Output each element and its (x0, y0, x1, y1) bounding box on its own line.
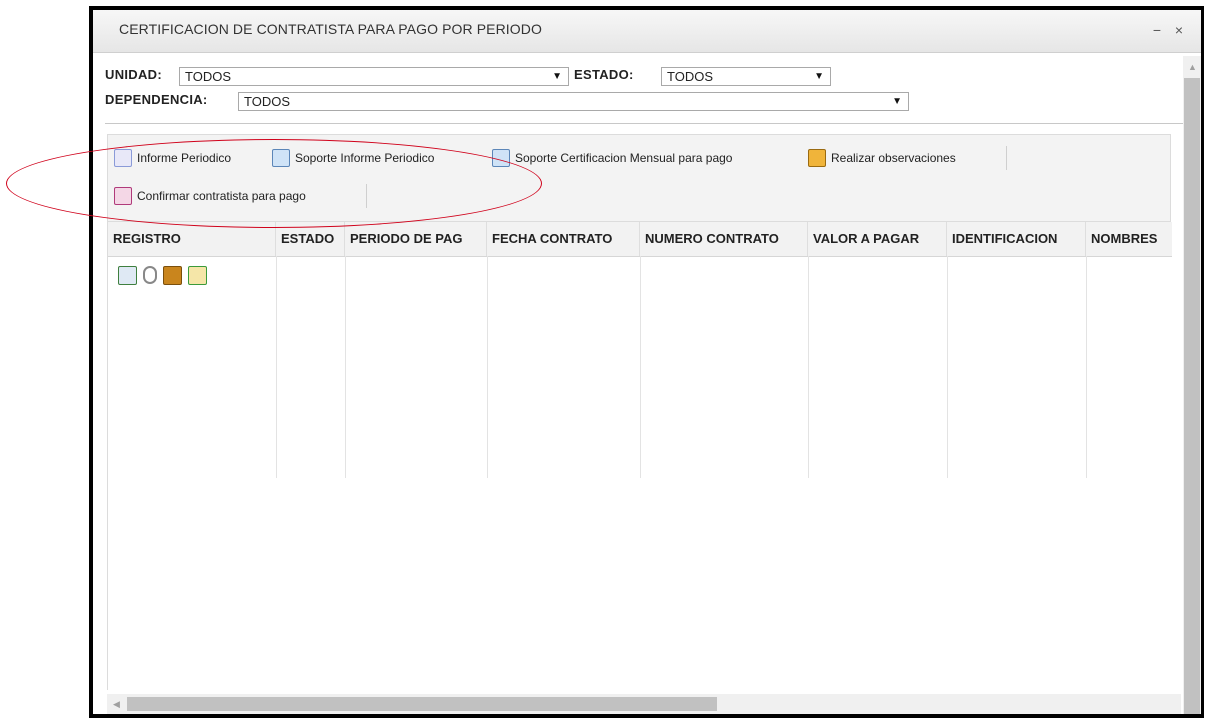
column-header-identificacion[interactable]: IDENTIFICACION (947, 222, 1086, 256)
window-titlebar: CERTIFICACION DE CONTRATISTA PARA PAGO P… (93, 10, 1201, 53)
soporte-certificacion-label: Soporte Certificacion Mensual para pago (515, 151, 733, 165)
informe-periodico-label: Informe Periodico (137, 151, 232, 165)
window-title: CERTIFICACION DE CONTRATISTA PARA PAGO P… (119, 21, 542, 37)
document-icon[interactable] (118, 266, 137, 285)
horizontal-scroll-thumb[interactable] (127, 697, 717, 711)
confirm-icon (114, 187, 132, 205)
chevron-down-icon: ▼ (892, 96, 902, 107)
column-header-registro[interactable]: REGISTRO (108, 222, 276, 256)
folder-icon[interactable] (163, 266, 182, 285)
close-icon[interactable]: × (1171, 22, 1187, 38)
soporte-certificacion-button[interactable]: Soporte Certificacion Mensual para pago (492, 147, 732, 169)
unidad-label: UNIDAD: (105, 67, 162, 82)
unidad-value: TODOS (185, 69, 231, 84)
estado-label: ESTADO: (574, 67, 634, 82)
row-actions (118, 266, 207, 285)
column-header-periodo[interactable]: PERIODO DE PAG (345, 222, 487, 256)
scroll-left-icon[interactable]: ◀ (113, 699, 120, 710)
confirmar-contratista-button[interactable]: Confirmar contratista para pago (114, 185, 306, 207)
horizontal-scrollbar[interactable]: ◀ (107, 694, 1181, 714)
column-divider (487, 256, 488, 478)
column-header-estado[interactable]: ESTADO (276, 222, 345, 256)
column-divider (345, 256, 346, 478)
column-header-numero-contrato[interactable]: NUMERO CONTRATO (640, 222, 808, 256)
checklist-icon[interactable] (188, 266, 207, 285)
observations-icon (808, 149, 826, 167)
scroll-up-icon[interactable]: ▲ (1188, 62, 1197, 72)
certification-window: CERTIFICACION DE CONTRATISTA PARA PAGO P… (89, 6, 1204, 718)
confirmar-contratista-label: Confirmar contratista para pago (137, 189, 306, 203)
dependencia-value: TODOS (244, 94, 290, 109)
column-header-valor-a-pagar[interactable]: VALOR A PAGAR (808, 222, 947, 256)
column-divider (947, 256, 948, 478)
minimize-icon[interactable]: − (1149, 22, 1165, 38)
vertical-scroll-thumb[interactable] (1184, 78, 1200, 714)
column-header-fecha-contrato[interactable]: FECHA CONTRATO (487, 222, 640, 256)
support-icon (272, 149, 290, 167)
column-divider (276, 256, 277, 478)
column-divider (640, 256, 641, 478)
dependencia-label: DEPENDENCIA: (105, 92, 208, 107)
column-divider (1086, 256, 1087, 478)
grid-header: REGISTRO ESTADO PERIODO DE PAG FECHA CON… (108, 222, 1172, 257)
soporte-informe-periodico-button[interactable]: Soporte Informe Periodico (272, 147, 434, 169)
contractors-grid: REGISTRO ESTADO PERIODO DE PAG FECHA CON… (107, 222, 1172, 690)
paperclip-icon[interactable] (143, 266, 157, 284)
chevron-down-icon: ▼ (814, 71, 824, 82)
actions-toolbar: Informe Periodico Soporte Informe Period… (107, 134, 1171, 222)
support-icon (492, 149, 510, 167)
realizar-observaciones-label: Realizar observaciones (831, 151, 956, 165)
toolbar-separator (1006, 146, 1007, 170)
estado-value: TODOS (667, 69, 713, 84)
informe-periodico-button[interactable]: Informe Periodico (114, 147, 231, 169)
dependencia-select[interactable]: TODOS ▼ (238, 92, 909, 111)
column-divider (808, 256, 809, 478)
soporte-informe-periodico-label: Soporte Informe Periodico (295, 151, 435, 165)
realizar-observaciones-button[interactable]: Realizar observaciones (808, 147, 956, 169)
chevron-down-icon: ▼ (552, 71, 562, 82)
unidad-select[interactable]: TODOS ▼ (179, 67, 569, 86)
toolbar-separator (366, 184, 367, 208)
report-icon (114, 149, 132, 167)
filters-divider (105, 123, 1189, 124)
estado-select[interactable]: TODOS ▼ (661, 67, 831, 86)
column-header-nombres[interactable]: NOMBRES (1086, 222, 1172, 256)
vertical-scrollbar[interactable]: ▲ (1183, 56, 1201, 714)
